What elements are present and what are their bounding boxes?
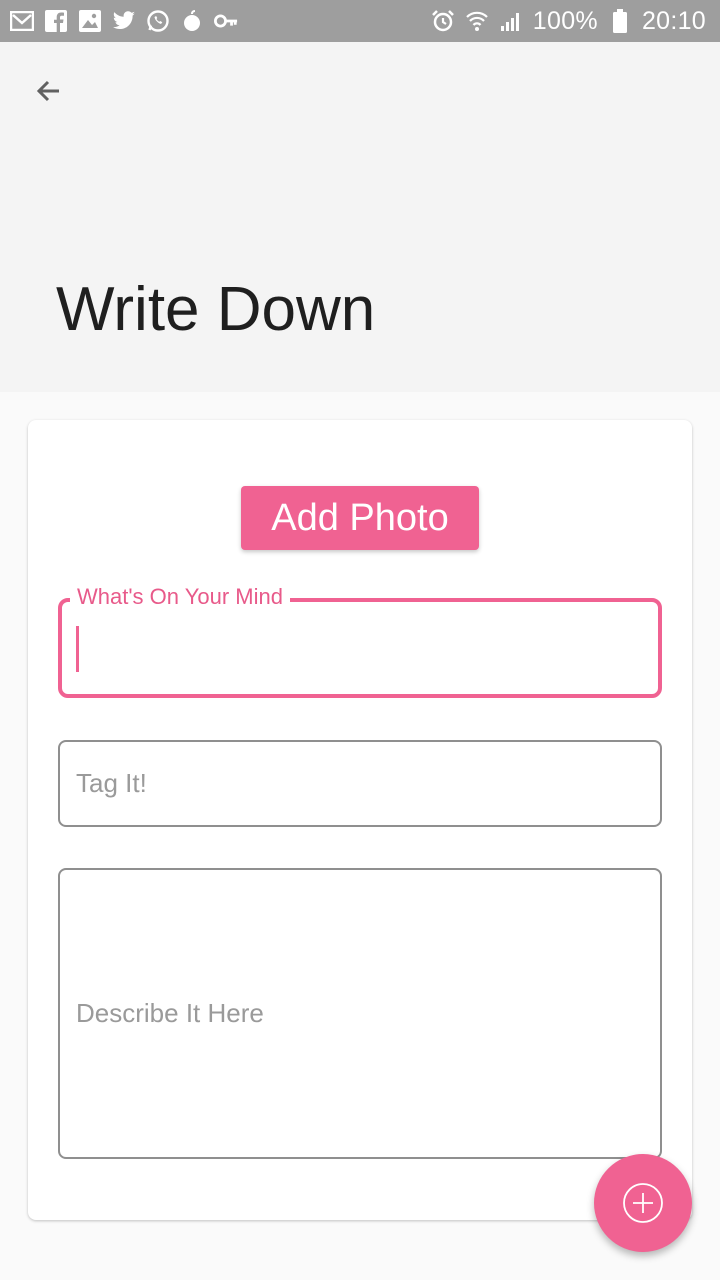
battery-icon (608, 9, 632, 33)
page-title: Write Down (56, 275, 376, 344)
description-field[interactable] (58, 868, 662, 1159)
arrow-left-icon (33, 75, 65, 107)
tag-input[interactable] (58, 740, 662, 827)
add-photo-button[interactable]: Add Photo (241, 486, 479, 550)
signal-icon (499, 9, 523, 33)
add-entry-fab[interactable] (594, 1154, 692, 1252)
battery-percentage: 100% (532, 6, 598, 35)
gmail-icon (10, 9, 34, 33)
facebook-icon (44, 9, 68, 33)
add-circle-icon (621, 1181, 665, 1225)
clock: 20:10 (641, 6, 706, 35)
drop-icon (180, 9, 204, 33)
system-icons: 100% 20:10 (431, 7, 706, 36)
back-button[interactable] (26, 68, 72, 114)
alarm-icon (431, 9, 455, 33)
status-bar: 100% 20:10 (0, 0, 720, 42)
whats-on-your-mind-field[interactable]: What's On Your Mind (58, 584, 662, 698)
header: Write Down (0, 42, 720, 392)
twitter-icon (112, 9, 136, 33)
notification-icons (10, 9, 238, 33)
wifi-icon (465, 9, 489, 33)
gallery-icon (78, 9, 102, 33)
tag-field[interactable] (58, 740, 662, 827)
description-input[interactable] (58, 868, 662, 1159)
form-card: Add Photo What's On Your Mind (28, 420, 692, 1220)
whatsapp-icon (146, 9, 170, 33)
whats-on-your-mind-input[interactable] (58, 598, 662, 698)
key-icon (214, 9, 238, 33)
